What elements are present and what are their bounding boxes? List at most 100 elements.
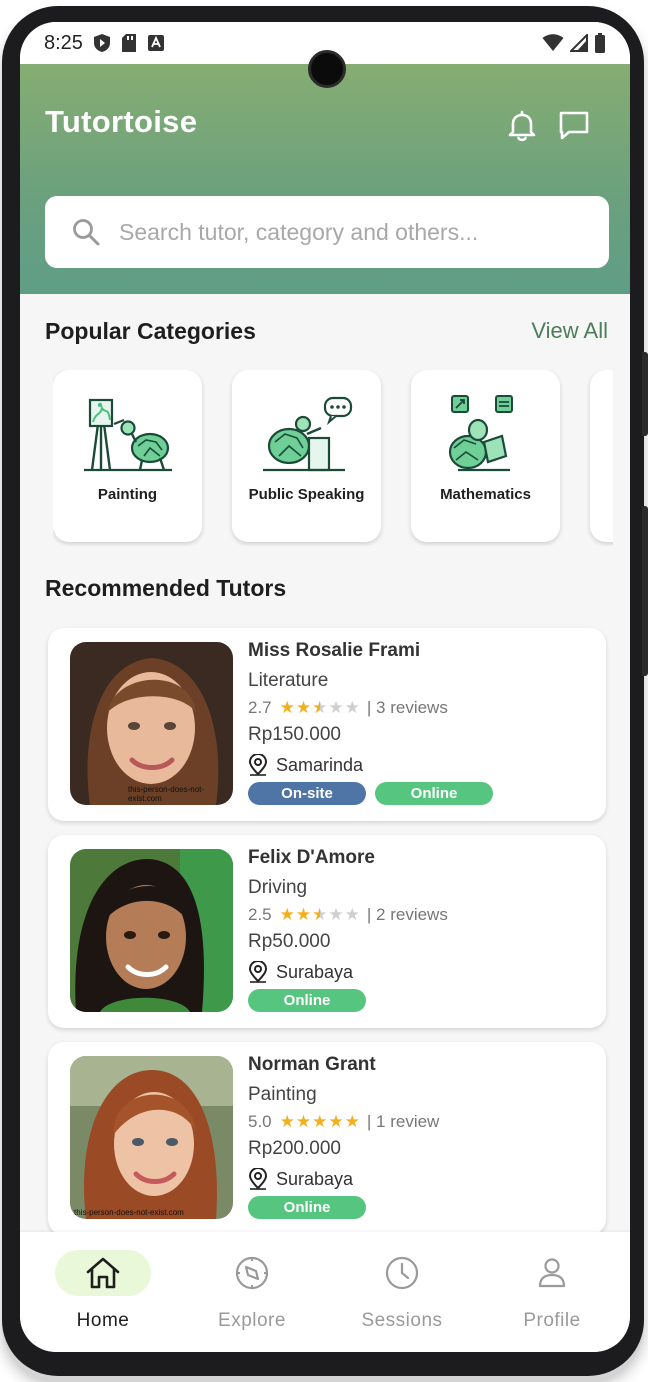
tutor-photo: this-person-does-not-exist.com	[70, 1056, 233, 1219]
category-label: Painting	[97, 486, 158, 503]
nav-label: Sessions	[361, 1310, 443, 1331]
star-icon: ★	[312, 905, 329, 924]
tutor-name: Felix D'Amore	[248, 847, 375, 868]
view-all-link[interactable]: View All	[531, 318, 608, 344]
location-pin-icon	[248, 1168, 268, 1190]
app-header: Tutortoise	[20, 64, 630, 294]
screen: 8:25 Tutortoise Search tutor, category a…	[20, 22, 630, 1352]
star-icon: ★	[295, 1112, 313, 1131]
nav-profile[interactable]: Profile	[492, 1250, 612, 1340]
nav-label: Profile	[523, 1310, 581, 1331]
home-icon	[86, 1257, 120, 1289]
photo-caption: this-person-does-not-exist.com	[74, 1208, 184, 1217]
volume-button	[642, 352, 648, 436]
speaking-turtle-icon	[262, 396, 352, 472]
compass-icon	[235, 1256, 269, 1290]
nav-explore[interactable]: Explore	[192, 1250, 312, 1340]
painting-turtle-icon	[83, 398, 172, 472]
tutor-photo	[70, 849, 233, 1012]
location-pin-icon	[248, 961, 268, 983]
nav-label: Explore	[218, 1310, 286, 1331]
tutor-rating-row: 2.7 ★★★★★ | 3 reviews	[248, 698, 493, 718]
recommended-tutors-title: Recommended Tutors	[45, 575, 287, 601]
tutor-card[interactable]: this-person-does-not-exist.com Miss Rosa…	[48, 628, 606, 821]
search-bar[interactable]	[45, 196, 609, 268]
tutor-card[interactable]: this-person-does-not-exist.com Norman Gr…	[48, 1042, 606, 1235]
nav-home[interactable]: Home	[43, 1250, 163, 1340]
category-label: Public Speaking	[248, 486, 365, 503]
nav-icon-wrap	[504, 1250, 600, 1296]
status-time: 8:25	[44, 31, 83, 54]
star-icon: ★	[312, 1112, 329, 1131]
rating-value: 2.7	[248, 698, 272, 717]
mode-badges: Online	[248, 989, 448, 1012]
tutor-location: Surabaya	[248, 1168, 439, 1190]
battery-icon	[595, 33, 605, 53]
categories-carousel[interactable]: Painting Public Speaking Mathematics	[53, 370, 613, 546]
chat-icon[interactable]	[556, 108, 592, 144]
location-text: Surabaya	[276, 1168, 354, 1189]
star-rating: ★★★★★	[280, 905, 361, 925]
search-input[interactable]	[119, 218, 589, 246]
tutor-rating-row: 5.0 ★★★★★ | 1 review	[248, 1112, 439, 1132]
category-card-painting[interactable]: Painting	[53, 370, 202, 542]
star-rating: ★★★★★	[280, 1112, 361, 1132]
nav-icon-wrap	[204, 1250, 300, 1296]
tutor-name: Norman Grant	[248, 1054, 376, 1075]
star-icon: ★	[328, 905, 345, 924]
front-camera	[308, 50, 346, 88]
play-protect-icon	[93, 34, 110, 52]
tutor-location: Samarinda	[248, 754, 493, 776]
star-icon: ★	[279, 905, 296, 924]
tutor-rating-row: 2.5 ★★★★★ | 2 reviews	[248, 905, 448, 925]
phone-frame: 8:25 Tutortoise Search tutor, category a…	[2, 6, 648, 1376]
bell-icon[interactable]	[504, 108, 540, 144]
star-icon: ★	[312, 698, 329, 717]
badge-onsite: On-site	[248, 782, 366, 805]
nav-icon-wrap	[354, 1250, 450, 1296]
mode-badges: Online	[248, 1196, 439, 1219]
category-card-public-speaking[interactable]: Public Speaking	[232, 370, 381, 542]
star-icon: ★	[328, 698, 345, 717]
star-icon: ★	[295, 698, 313, 717]
tutor-location: Surabaya	[248, 961, 448, 983]
clock-icon	[385, 1256, 419, 1290]
tutor-card[interactable]: Felix D'Amore Driving 2.5 ★★★★★ | 2 revi…	[48, 835, 606, 1028]
tutor-subject: Literature	[248, 670, 329, 691]
category-card-partial[interactable]	[590, 370, 613, 542]
rating-value: 2.5	[248, 905, 272, 924]
app-title: Tutortoise	[45, 104, 198, 139]
nav-active-pill	[55, 1250, 151, 1296]
tutor-price: Rp50.000	[248, 931, 331, 952]
tutor-photo: this-person-does-not-exist.com	[70, 642, 233, 805]
keyboard-a-icon	[147, 35, 164, 51]
category-label: Mathematics	[440, 486, 531, 503]
location-text: Samarinda	[276, 754, 364, 775]
signal-icon	[570, 34, 588, 52]
popular-categories-title: Popular Categories	[45, 318, 256, 344]
mode-badges: On-site Online	[248, 782, 493, 805]
nav-sessions[interactable]: Sessions	[342, 1250, 462, 1340]
wifi-icon	[542, 34, 564, 51]
review-count: | 3 reviews	[366, 698, 448, 717]
review-count: | 2 reviews	[366, 905, 448, 924]
star-icon: ★	[328, 1112, 345, 1131]
photo-caption: this-person-does-not-exist.com	[128, 785, 205, 803]
tutor-price: Rp200.000	[248, 1138, 341, 1159]
user-icon	[538, 1258, 566, 1288]
tutor-price: Rp150.000	[248, 724, 341, 745]
badge-online: Online	[248, 989, 366, 1012]
nav-label: Home	[76, 1310, 130, 1331]
star-icon: ★	[344, 905, 361, 924]
star-icon: ★	[344, 698, 361, 717]
tutor-subject: Driving	[248, 877, 308, 898]
tutor-subject: Painting	[248, 1084, 317, 1105]
badge-online: Online	[248, 1196, 366, 1219]
star-icon: ★	[344, 1112, 361, 1131]
star-icon: ★	[279, 698, 296, 717]
location-text: Surabaya	[276, 961, 354, 982]
category-card-mathematics[interactable]: Mathematics	[411, 370, 560, 542]
location-pin-icon	[248, 754, 268, 776]
rating-value: 5.0	[248, 1112, 272, 1131]
power-button	[642, 506, 648, 676]
